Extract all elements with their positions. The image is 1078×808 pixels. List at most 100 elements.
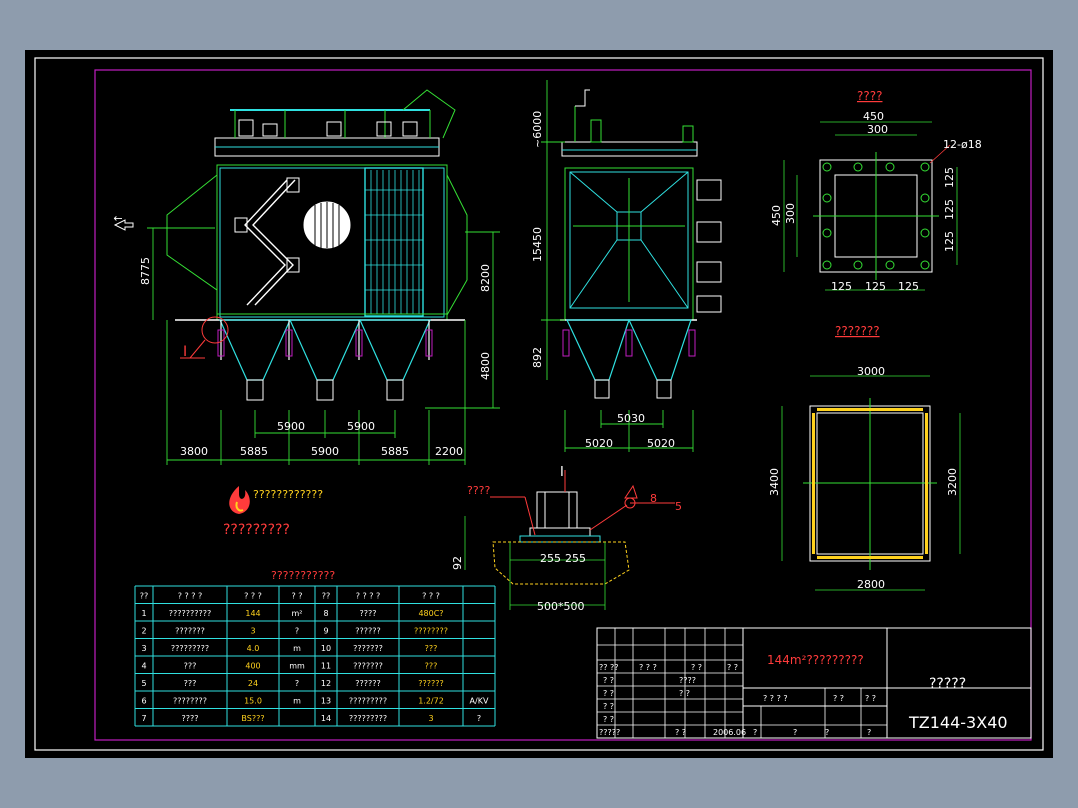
- table-cell: ???: [425, 644, 438, 653]
- table-cell: 3: [250, 627, 255, 636]
- table-cell: ???: [184, 679, 197, 688]
- flange-title: ????: [857, 89, 882, 103]
- table-cell: ???????: [175, 627, 205, 636]
- table-header-cell: ? ? ? ?: [178, 592, 203, 601]
- tb-right-header-3: ? ?: [865, 694, 876, 703]
- table-header-cell: ? ? ? ?: [356, 592, 381, 601]
- table-cell: 10: [321, 644, 331, 653]
- inlet-duct: [166, 173, 218, 291]
- dim-elev-4800: 4800: [479, 352, 492, 380]
- dim-flange-125-b: 125: [865, 280, 886, 293]
- tb-header-1: ? ? ?: [639, 663, 657, 672]
- table-cell: A/KV: [470, 697, 489, 706]
- table-cell: 24: [248, 679, 258, 688]
- dim-support-92: 92: [451, 556, 464, 570]
- title-block-name: ?????: [929, 676, 966, 692]
- table-cell: 4.0: [247, 644, 260, 653]
- tb-right-header-1: ? ? ? ?: [763, 694, 788, 703]
- title-block-code: TZ144-3X40: [908, 713, 1008, 732]
- dim-side-5020-a: 5020: [585, 437, 613, 450]
- crane-davit: [402, 89, 456, 139]
- side-roof: [561, 141, 698, 157]
- tb-bottom-3: ?: [753, 728, 757, 737]
- dim-flange-125-a: 125: [831, 280, 852, 293]
- table-cell: ????????: [414, 627, 448, 636]
- tb-row-label-3: ? ?: [603, 689, 614, 698]
- ash-hoppers: [219, 319, 431, 381]
- dim-support-255-a: 255: [540, 552, 561, 565]
- table-cell: 7: [141, 714, 146, 723]
- table-cell: ?: [295, 627, 299, 636]
- outlet-view: [781, 375, 961, 591]
- table-cell: BS???: [241, 714, 264, 723]
- support-column: [536, 491, 578, 529]
- table-cell: 8: [323, 609, 328, 618]
- tb-bottom-5: ?: [825, 728, 829, 737]
- table-cell: ????: [182, 714, 199, 723]
- table-cell: 3: [428, 714, 433, 723]
- dim-elev-bottom-4: 5885: [381, 445, 409, 458]
- dim-flange-125-d: 125: [943, 167, 956, 188]
- tb-bottom-1: ? ?: [675, 728, 686, 737]
- table-cell: mm: [289, 662, 305, 671]
- table-cell: 15.0: [244, 697, 262, 706]
- table-cell: ?: [477, 714, 481, 723]
- tb-header-3: ? ?: [727, 663, 738, 672]
- dim-side-6000: ~6000: [531, 111, 544, 148]
- table-cell: 3: [141, 644, 146, 653]
- tb-bottom-date: 2006.06: [713, 728, 746, 737]
- dim-flange-450: 450: [863, 110, 884, 123]
- table-cell: ?: [295, 679, 299, 688]
- dim-side-892: 892: [531, 347, 544, 368]
- table-cell: 14: [321, 714, 331, 723]
- param-table-title: ???????????: [271, 569, 335, 582]
- table-cell: ??????: [355, 627, 380, 636]
- elevation-view: [113, 89, 500, 465]
- table-cell: 6: [141, 697, 146, 706]
- cad-drawing: ↑ 8775 8200 4800 5900 5900 3800 5885 590…: [34, 57, 1044, 751]
- logo-title: ????????????: [253, 488, 323, 501]
- dim-elev-top-1: 5900: [277, 420, 305, 433]
- dim-elev-8200: 8200: [479, 264, 492, 292]
- table-cell: 480C?: [418, 609, 443, 618]
- table-cell: ???: [425, 662, 438, 671]
- dim-elev-bottom-3: 5900: [311, 445, 339, 458]
- tb-row-label-6: ?????: [599, 728, 620, 737]
- table-header-cell: ??: [140, 592, 149, 601]
- table-header-cell: ??: [322, 592, 331, 601]
- tb-name-1: ????: [679, 676, 696, 685]
- table-cell: ??????????: [169, 609, 211, 618]
- tb-header-2: ? ?: [691, 663, 702, 672]
- dim-elev-bottom-2: 5885: [240, 445, 268, 458]
- dim-elev-8775: 8775: [139, 257, 152, 285]
- dim-outlet-3000: 3000: [857, 365, 885, 378]
- tb-row-label-4: ? ?: [603, 702, 614, 711]
- detail-marker-i: I: [183, 344, 187, 360]
- table-cell: 13: [321, 697, 331, 706]
- table-cell: ??????: [418, 679, 443, 688]
- flange-view: [783, 121, 958, 291]
- company-logo: [229, 486, 250, 514]
- dim-side-5030: 5030: [617, 412, 645, 425]
- title-block-drawing-title: 144m²?????????: [767, 653, 864, 667]
- dim-support-255-b: 255: [565, 552, 586, 565]
- table-cell: m: [293, 697, 301, 706]
- tb-bottom-6: ?: [867, 728, 871, 737]
- dim-flange-125-f: 125: [943, 231, 956, 252]
- baffle-zigzag: [252, 179, 296, 306]
- dim-side-5020-b: 5020: [647, 437, 675, 450]
- tb-row-label-2: ? ?: [603, 676, 614, 685]
- dim-side-15450: 15450: [531, 227, 544, 262]
- table-cell: 4: [141, 662, 146, 671]
- support-legs: [220, 320, 430, 360]
- flow-label: ↑: [112, 214, 125, 223]
- support-marker-i: I: [560, 465, 564, 480]
- dim-elev-bottom-1: 3800: [180, 445, 208, 458]
- table-header-cell: ? ? ?: [422, 592, 440, 601]
- dim-support-500: 500*500: [537, 600, 585, 613]
- table-cell: 1.2/72: [418, 697, 444, 706]
- table-cell: ?????????: [171, 644, 209, 653]
- table-cell: ???????: [353, 662, 383, 671]
- side-view: [541, 80, 722, 452]
- dim-flange-bolts: 12-ø18: [943, 138, 982, 151]
